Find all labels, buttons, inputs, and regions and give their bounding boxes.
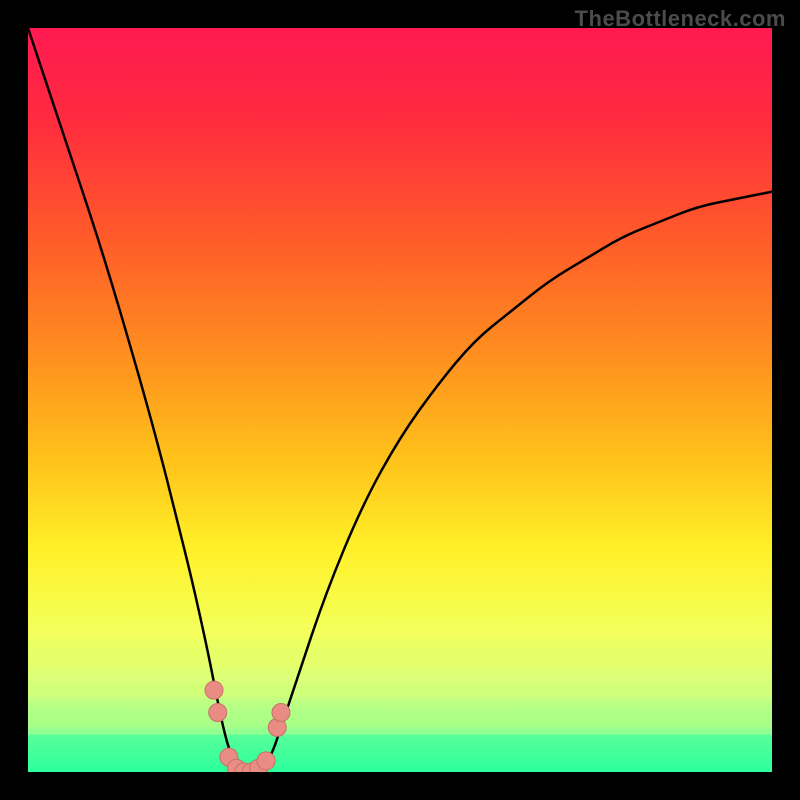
chart-svg [28,28,772,772]
data-marker [205,681,223,699]
watermark-text: TheBottleneck.com [575,6,786,32]
gradient-band [28,683,772,698]
plot-area [28,28,772,772]
data-marker [257,752,275,770]
chart-frame: TheBottleneck.com [0,0,800,800]
gradient-band [28,735,772,772]
gradient-band [28,653,772,668]
gradient-band [28,712,772,727]
data-marker [272,703,290,721]
gradient-band [28,623,772,638]
data-marker [209,703,227,721]
